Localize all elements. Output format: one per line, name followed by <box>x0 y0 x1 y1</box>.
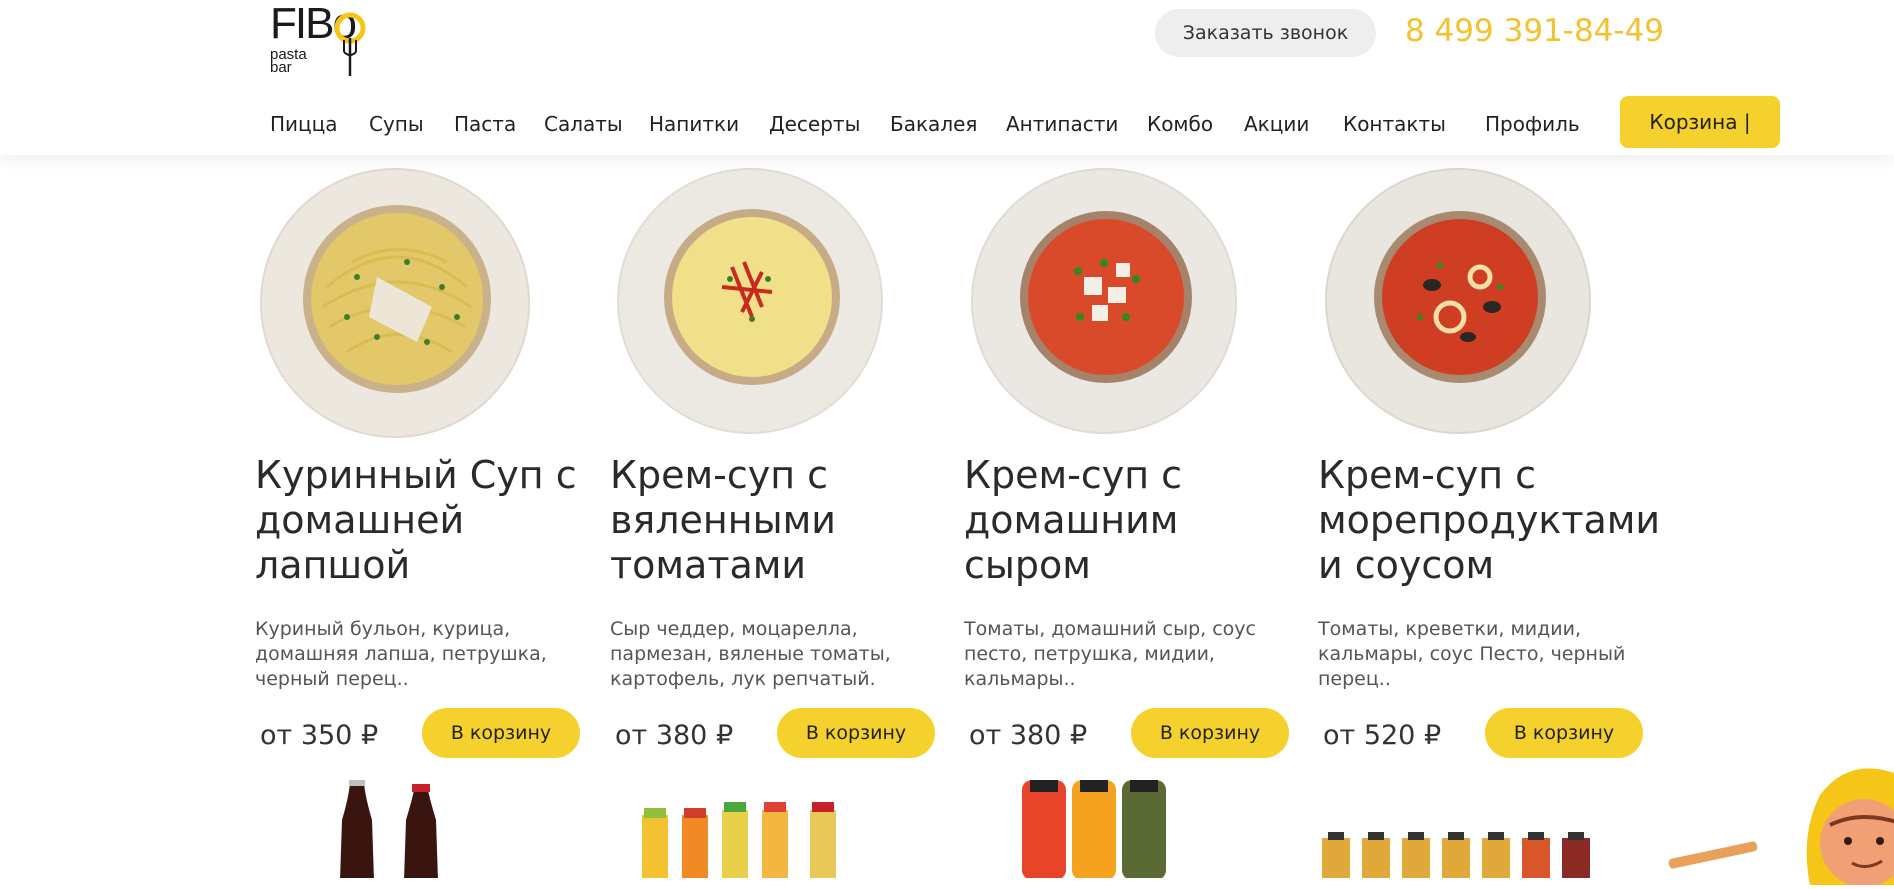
chef-mascot-image[interactable] <box>1790 755 1894 887</box>
nav-item-soups[interactable]: Супы <box>369 112 424 136</box>
product-image-tomato-cream-soup[interactable] <box>610 165 890 440</box>
product-title: Куринный Суп с домашней лапшой <box>255 453 577 587</box>
product-price: от 350 ₽ <box>260 720 379 751</box>
add-to-cart-button[interactable]: В корзину <box>777 708 935 758</box>
product-price: от 380 ₽ <box>615 720 734 751</box>
logo-subtitle: pasta bar <box>270 47 307 76</box>
product-image-cola[interactable] <box>320 780 470 878</box>
add-to-cart-button[interactable]: В корзину <box>1131 708 1289 758</box>
nav-item-drinks[interactable]: Напитки <box>649 112 739 136</box>
product-price: от 380 ₽ <box>969 720 1088 751</box>
product-image-cheese-cream-soup[interactable] <box>964 165 1244 440</box>
product-title: Крем-суп с вяленными томатами <box>610 453 836 587</box>
nav-item-promos[interactable]: Акции <box>1244 112 1309 136</box>
fork-icon <box>334 12 366 76</box>
site-header: FIBo pasta bar Заказать звонок 8 499 391… <box>0 0 1894 155</box>
fibo-logo[interactable]: FIBo pasta bar <box>270 2 375 76</box>
product-description: Томаты, домашний сыр, соус песто, петруш… <box>964 618 1256 690</box>
chopsticks-icon <box>1667 840 1759 870</box>
callback-button[interactable]: Заказать звонок <box>1155 9 1376 57</box>
product-title: Крем-суп с домашним сыром <box>964 453 1183 587</box>
product-description: Сыр чеддер, моцарелла, пармезан, вяленые… <box>610 618 891 690</box>
nav-item-salads[interactable]: Салаты <box>544 112 623 136</box>
nav-item-grocery[interactable]: Бакалея <box>890 112 977 136</box>
add-to-cart-button[interactable]: В корзину <box>1485 708 1643 758</box>
nav-item-pasta[interactable]: Паста <box>454 112 516 136</box>
nav-item-contacts[interactable]: Контакты <box>1343 112 1446 136</box>
nav-item-desserts[interactable]: Десерты <box>769 112 860 136</box>
nav-item-combo[interactable]: Комбо <box>1147 112 1213 136</box>
logo-sub-bar: bar <box>270 59 292 76</box>
nav-item-antipasti[interactable]: Антипасти <box>1006 112 1118 136</box>
product-description: Томаты, креветки, мидии, кальмары, соус … <box>1318 618 1626 690</box>
product-image-chicken-soup[interactable] <box>255 165 535 440</box>
product-description: Куриный бульон, курица, домашняя лапша, … <box>255 618 547 690</box>
product-image-fresh-juice[interactable] <box>1018 780 1178 878</box>
product-image-lemonade[interactable] <box>1318 780 1598 878</box>
main-nav: Пицца Супы Паста Салаты Напитки Десерты … <box>0 100 1894 144</box>
nav-item-pizza[interactable]: Пицца <box>270 112 338 136</box>
product-price: от 520 ₽ <box>1323 720 1442 751</box>
add-to-cart-button[interactable]: В корзину <box>422 708 580 758</box>
cart-button[interactable]: Корзина | <box>1620 96 1780 148</box>
nav-item-profile[interactable]: Профиль <box>1485 112 1580 136</box>
product-title: Крем-суп с морепродуктами и соусом <box>1318 453 1661 587</box>
product-image-seafood-soup[interactable] <box>1318 165 1598 440</box>
product-image-bio-juice[interactable] <box>630 780 890 878</box>
phone-number[interactable]: 8 499 391-84-49 <box>1405 10 1664 52</box>
